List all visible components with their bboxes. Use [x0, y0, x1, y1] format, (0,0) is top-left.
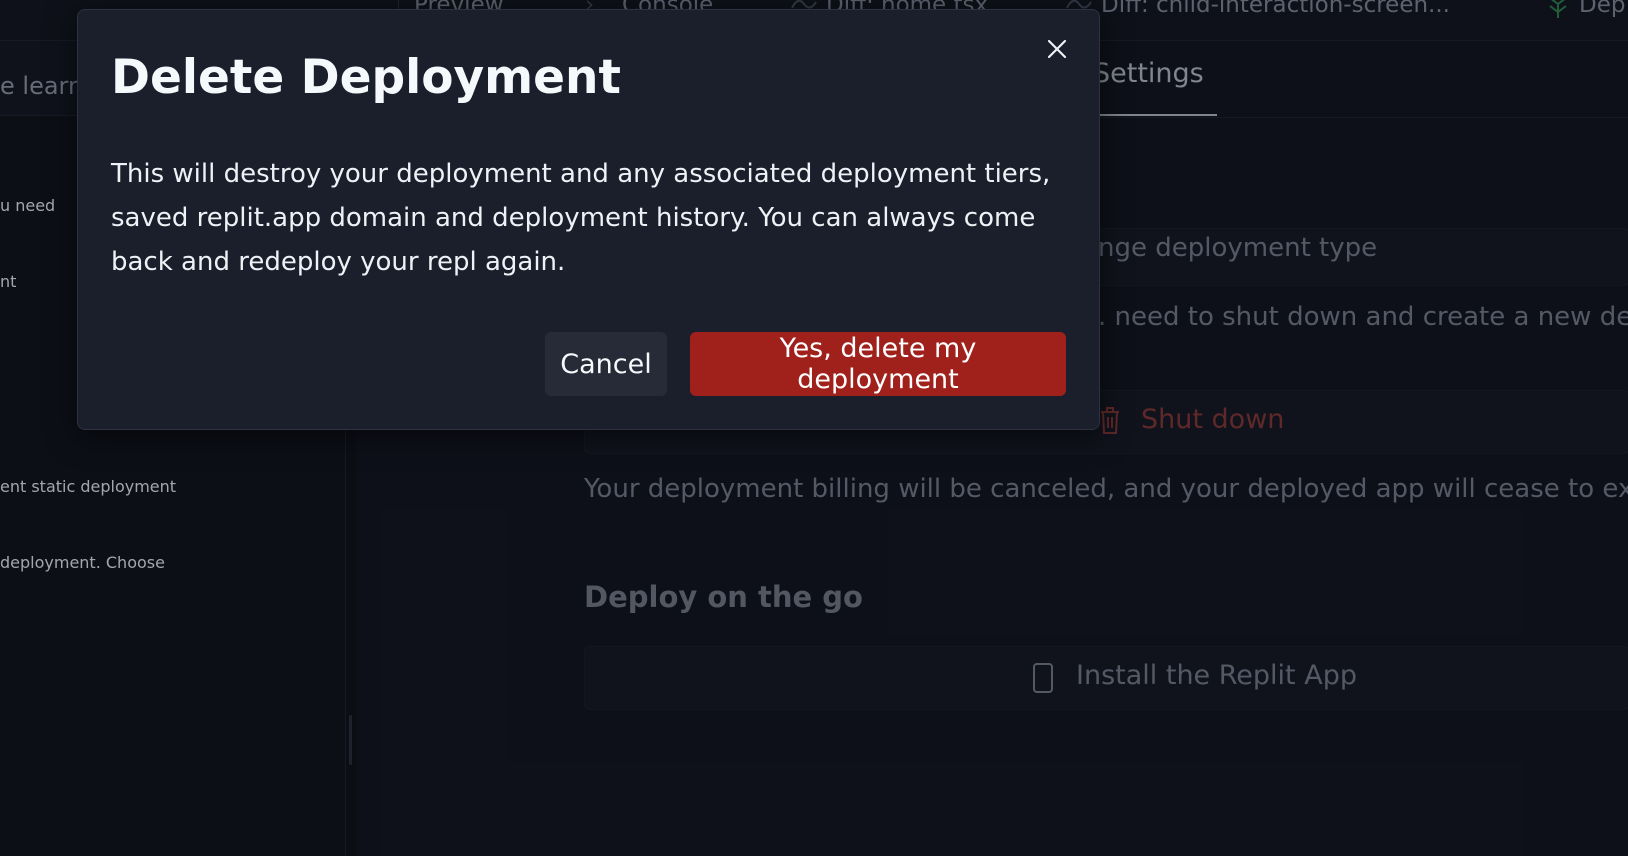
close-button[interactable]	[1036, 30, 1078, 72]
cancel-button[interactable]: Cancel	[545, 332, 667, 396]
close-icon	[1045, 37, 1069, 65]
dialog-body-text: This will destroy your deployment and an…	[111, 159, 1051, 277]
confirm-delete-button[interactable]: Yes, delete my deployment	[690, 332, 1066, 396]
delete-deployment-dialog: Delete Deployment This will destroy your…	[77, 9, 1100, 430]
dialog-title: Delete Deployment	[111, 50, 621, 105]
